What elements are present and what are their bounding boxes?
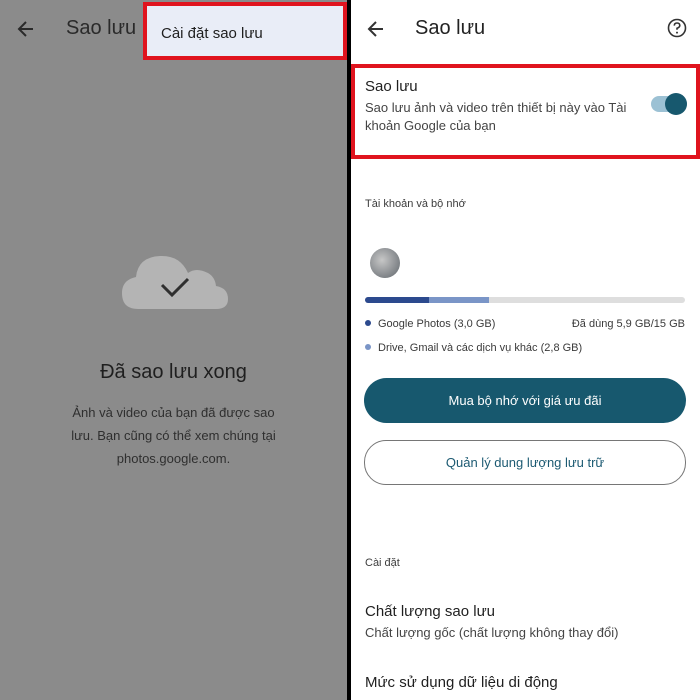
avatar[interactable] bbox=[370, 248, 400, 278]
backup-toggle-description: khoản Google của bạn bbox=[365, 118, 496, 133]
back-arrow-icon[interactable] bbox=[16, 19, 36, 39]
backup-toggle-title: Sao lưu bbox=[365, 78, 418, 95]
storage-bar-photos bbox=[365, 297, 429, 303]
page-title: Sao lưu bbox=[415, 17, 486, 39]
section-header-account-storage: Tài khoản và bộ nhớ bbox=[365, 198, 466, 210]
menu-item-backup-settings[interactable]: Cài đặt sao lưu bbox=[161, 25, 263, 42]
backup-complete-text-line: Ảnh và video của bạn đã được sao bbox=[72, 405, 275, 420]
backup-complete-text-line: lưu. Bạn cũng có thể xem chúng tại bbox=[71, 428, 276, 443]
back-arrow-icon[interactable] bbox=[366, 19, 386, 39]
backup-complete-heading: Đã sao lưu xong bbox=[100, 361, 247, 383]
right-screen: Sao lưu Sao lưu Sao lưu ảnh và video trê… bbox=[351, 0, 700, 700]
mobile-data-usage-title[interactable]: Mức sử dụng dữ liệu di động bbox=[365, 674, 558, 691]
backup-switch-knob[interactable] bbox=[665, 93, 687, 115]
storage-bar-other bbox=[429, 297, 489, 303]
help-icon[interactable] bbox=[667, 18, 687, 38]
page-title: Sao lưu bbox=[66, 17, 137, 39]
legend-photos-label: Google Photos (3,0 GB) bbox=[378, 318, 496, 330]
legend-dot-other bbox=[365, 344, 371, 350]
left-screen: Sao lưu Cài đặt sao lưu Đã sao lưu xong … bbox=[0, 0, 347, 700]
storage-used-label: Đã dùng 5,9 GB/15 GB bbox=[571, 318, 685, 330]
buy-storage-button[interactable]: Mua bộ nhớ với giá ưu đãi bbox=[364, 378, 686, 423]
backup-toggle-description: Sao lưu ảnh và video trên thiết bị này v… bbox=[365, 100, 627, 115]
section-header-settings: Cài đặt bbox=[365, 557, 400, 569]
legend-photos: Google Photos (3,0 GB) bbox=[365, 318, 495, 330]
overflow-menu: Cài đặt sao lưu bbox=[143, 2, 347, 60]
backup-toggle-row[interactable]: Sao lưu Sao lưu ảnh và video trên thiết … bbox=[351, 64, 700, 159]
storage-usage-bar bbox=[365, 297, 685, 303]
legend-other: Drive, Gmail và các dịch vụ khác (2,8 GB… bbox=[365, 342, 582, 354]
cloud-check-icon bbox=[122, 255, 228, 309]
backup-complete-text-line: photos.google.com. bbox=[116, 451, 231, 466]
legend-dot-photos bbox=[365, 320, 371, 326]
legend-other-label: Drive, Gmail và các dịch vụ khác (2,8 GB… bbox=[378, 342, 583, 354]
manage-storage-button[interactable]: Quản lý dung lượng lưu trữ bbox=[364, 440, 686, 485]
backup-quality-subtitle: Chất lượng gốc (chất lượng không thay đổ… bbox=[365, 625, 619, 640]
backup-quality-title[interactable]: Chất lượng sao lưu bbox=[365, 603, 495, 620]
